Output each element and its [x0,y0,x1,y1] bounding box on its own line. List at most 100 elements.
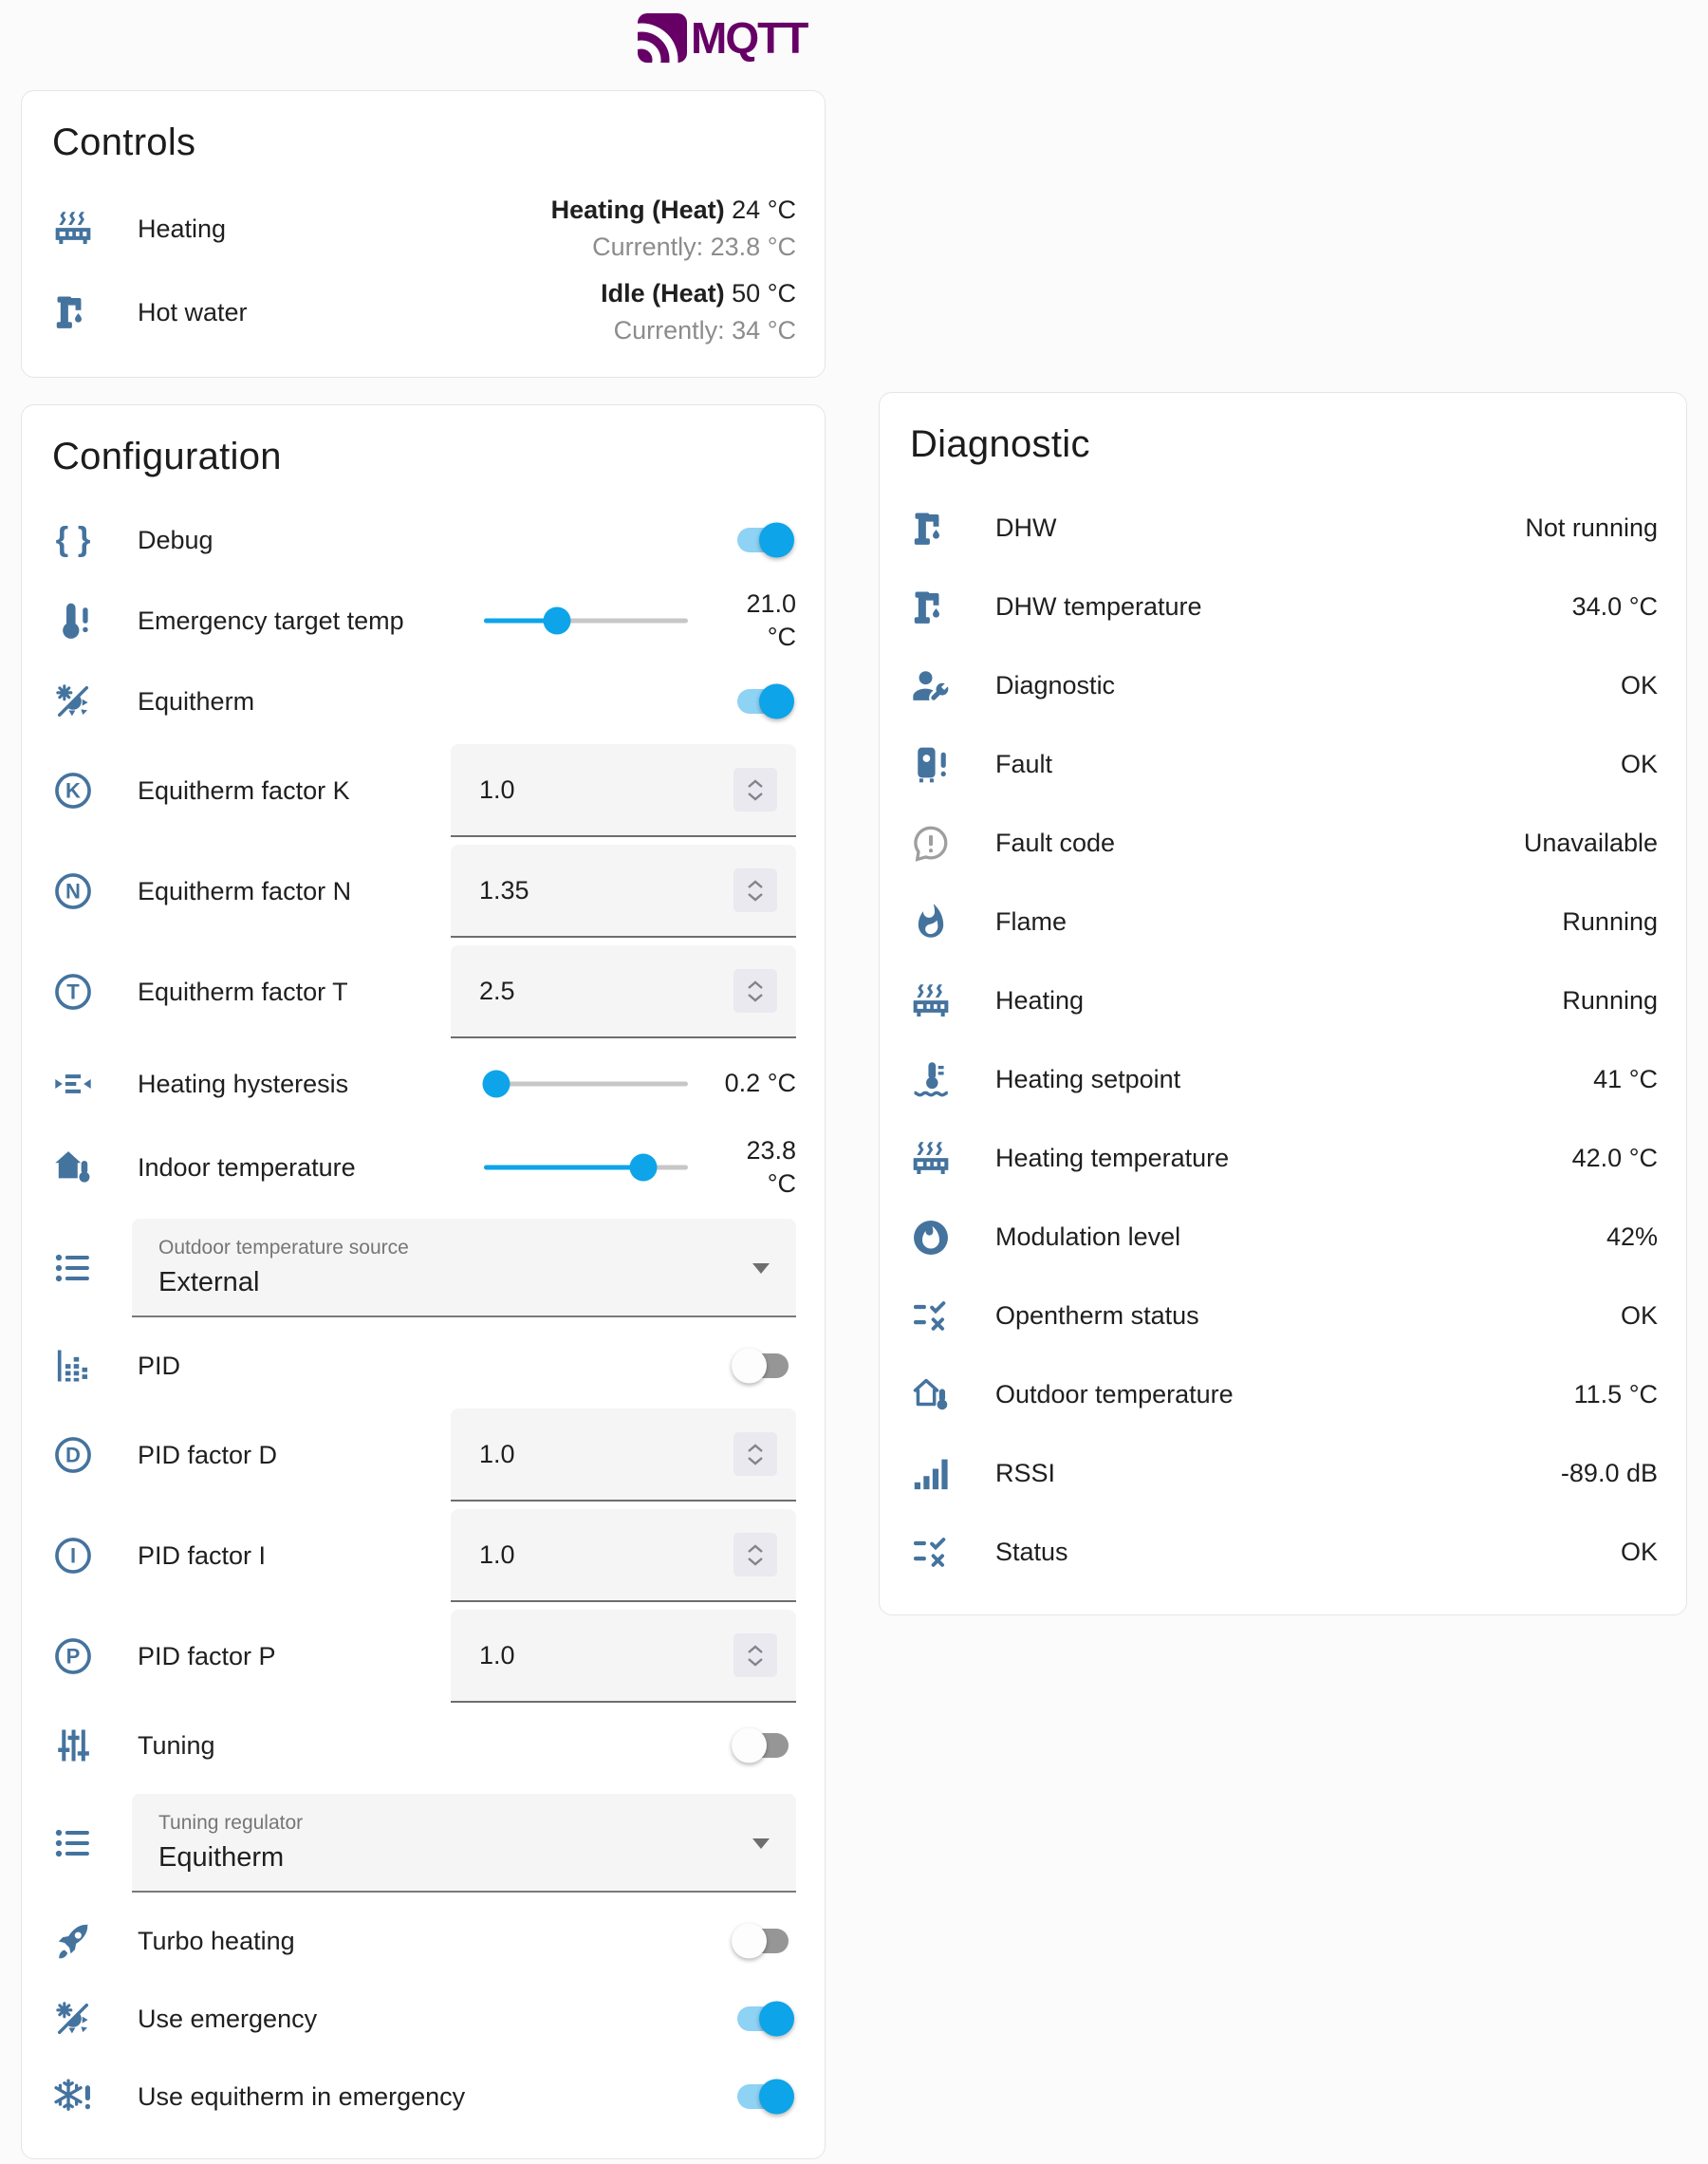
configuration-card: Configuration { } Debug Emergency target… [21,404,826,2159]
water-pump-icon [908,585,954,630]
chevron-down-icon[interactable] [746,993,765,1003]
chevron-up-icon[interactable] [746,979,765,990]
diag-row-value: 11.5 °C [1574,1380,1658,1409]
diag-row-outdoor-temperature[interactable]: Outdoor temperature 11.5 °C [908,1355,1658,1434]
config-row-tuning: Tuning [50,1707,796,1784]
diag-row-dhw-temperature[interactable]: DHW temperature 34.0 °C [908,568,1658,646]
select-value: Equitherm [158,1842,735,1874]
number-value: 1.0 [479,1641,515,1670]
equitherm-factor-t-input[interactable]: 2.5 [451,945,796,1038]
diag-row-dhw[interactable]: DHW Not running [908,489,1658,568]
stepper-buttons[interactable] [733,1432,777,1476]
slider-thumb[interactable] [629,1154,657,1182]
config-row-use-equitherm-in-emergency: Use equitherm in emergency [50,2058,796,2136]
outdoor-temperature-source-select[interactable]: Outdoor temperature source External [132,1219,796,1317]
use-emergency-toggle[interactable] [737,2006,789,2031]
diag-row-rssi[interactable]: RSSI -89.0 dB [908,1434,1658,1513]
pid-factor-d-input[interactable]: 1.0 [451,1408,796,1502]
heating-hysteresis-slider[interactable] [484,1068,688,1100]
diag-row-heating-temperature[interactable]: Heating temperature 42.0 °C [908,1119,1658,1198]
emergency-target-temp-slider[interactable] [484,605,688,637]
diag-row-heating-setpoint[interactable]: Heating setpoint 41 °C [908,1040,1658,1119]
select-value: External [158,1267,735,1298]
turbo-heating-toggle[interactable] [737,1929,789,1953]
config-row-pid-factor-i: I PID factor I 1.0 [50,1505,796,1606]
controls-card-title: Controls [52,121,796,164]
pid-factor-i-input[interactable]: 1.0 [451,1509,796,1602]
slider-value: 0.2 °C [699,1067,796,1100]
diag-row-value: OK [1621,1301,1658,1331]
equitherm-factor-k-input[interactable]: 1.0 [451,744,796,837]
config-row-label: Heating hysteresis [138,1070,348,1099]
sun-snowflake-icon [50,679,96,724]
debug-toggle[interactable] [737,528,789,552]
chevron-down-icon[interactable] [746,892,765,903]
control-state-mode: Heating (Heat) [551,196,725,224]
tuning-regulator-select[interactable]: Tuning regulator Equitherm [132,1794,796,1893]
list-bulleted-icon [50,1245,96,1291]
diag-row-value: 34.0 °C [1572,592,1658,622]
diag-row-value: 42.0 °C [1572,1144,1658,1173]
chevron-up-icon[interactable] [746,778,765,789]
chevron-up-icon[interactable] [746,1644,765,1654]
diag-row-label: Heating temperature [995,1144,1229,1173]
slider-thumb[interactable] [544,607,571,635]
indoor-temperature-slider[interactable] [484,1151,688,1184]
diag-row-heating[interactable]: Heating Running [908,961,1658,1040]
stepper-buttons[interactable] [733,1533,777,1576]
diag-row-label: RSSI [995,1459,1055,1488]
diag-row-modulation-level[interactable]: Modulation level 42% [908,1198,1658,1277]
water-pump-icon [908,506,954,551]
tuning-toggle[interactable] [737,1733,789,1758]
config-row-equitherm-factor-n: N Equitherm factor N 1.35 [50,841,796,942]
svg-text:P: P [66,1645,81,1669]
config-row-label: Equitherm factor N [138,877,351,906]
page-content: Controls Heating Heating (Heat) 24 °C Cu… [21,90,1687,2159]
dropdown-arrow-icon [752,1838,770,1849]
equitherm-toggle[interactable] [737,689,789,714]
alpha-d-circle-icon: D [50,1432,96,1478]
controls-card: Controls Heating Heating (Heat) 24 °C Cu… [21,90,826,378]
config-row-label: Debug [138,526,214,555]
chevron-down-icon[interactable] [746,1456,765,1466]
number-value: 1.0 [479,1540,515,1570]
configuration-card-title: Configuration [52,436,796,478]
chevron-down-icon[interactable] [746,1657,765,1668]
stepper-buttons[interactable] [733,969,777,1013]
home-thermometer-icon [50,1145,96,1190]
diag-row-flame[interactable]: Flame Running [908,883,1658,961]
use-equitherm-in-emergency-toggle[interactable] [737,2084,789,2109]
chevron-down-icon[interactable] [746,1557,765,1567]
select-label: Outdoor temperature source [158,1237,735,1259]
stepper-buttons[interactable] [733,1633,777,1677]
diag-row-fault-code[interactable]: Fault code Unavailable [908,804,1658,883]
control-row-hot-water[interactable]: Hot water Idle (Heat) 50 °C Currently: 3… [50,270,796,354]
signal-icon [908,1451,954,1497]
slider-thumb[interactable] [482,1071,510,1098]
alpha-t-circle-icon: T [50,969,96,1015]
pid-factor-p-input[interactable]: 1.0 [451,1610,796,1703]
stepper-buttons[interactable] [733,768,777,812]
pid-toggle[interactable] [737,1353,789,1378]
control-state-current: Currently: 23.8 °C [592,233,796,261]
chevron-down-icon[interactable] [746,792,765,802]
number-value: 1.35 [479,876,529,905]
select-label: Tuning regulator [158,1812,735,1835]
control-row-heating[interactable]: Heating Heating (Heat) 24 °C Currently: … [50,187,796,270]
diag-row-value: 41 °C [1593,1065,1658,1094]
diag-row-value: Running [1562,986,1658,1016]
hysteresis-icon [50,1061,96,1107]
diag-row-diagnostic[interactable]: Diagnostic OK [908,646,1658,725]
stepper-buttons[interactable] [733,868,777,912]
diag-row-opentherm-status[interactable]: Opentherm status OK [908,1277,1658,1355]
chevron-up-icon[interactable] [746,1543,765,1554]
diag-row-fault[interactable]: Fault OK [908,725,1658,804]
svg-text:T: T [66,980,80,1004]
chevron-up-icon[interactable] [746,879,765,889]
config-row-heating-hysteresis: Heating hysteresis 0.2 °C [50,1042,796,1126]
diag-row-status[interactable]: Status OK [908,1513,1658,1592]
control-state-setpoint: 50 °C [732,279,796,308]
chevron-up-icon[interactable] [746,1443,765,1453]
equitherm-factor-n-input[interactable]: 1.35 [451,845,796,938]
dropdown-arrow-icon [752,1263,770,1274]
